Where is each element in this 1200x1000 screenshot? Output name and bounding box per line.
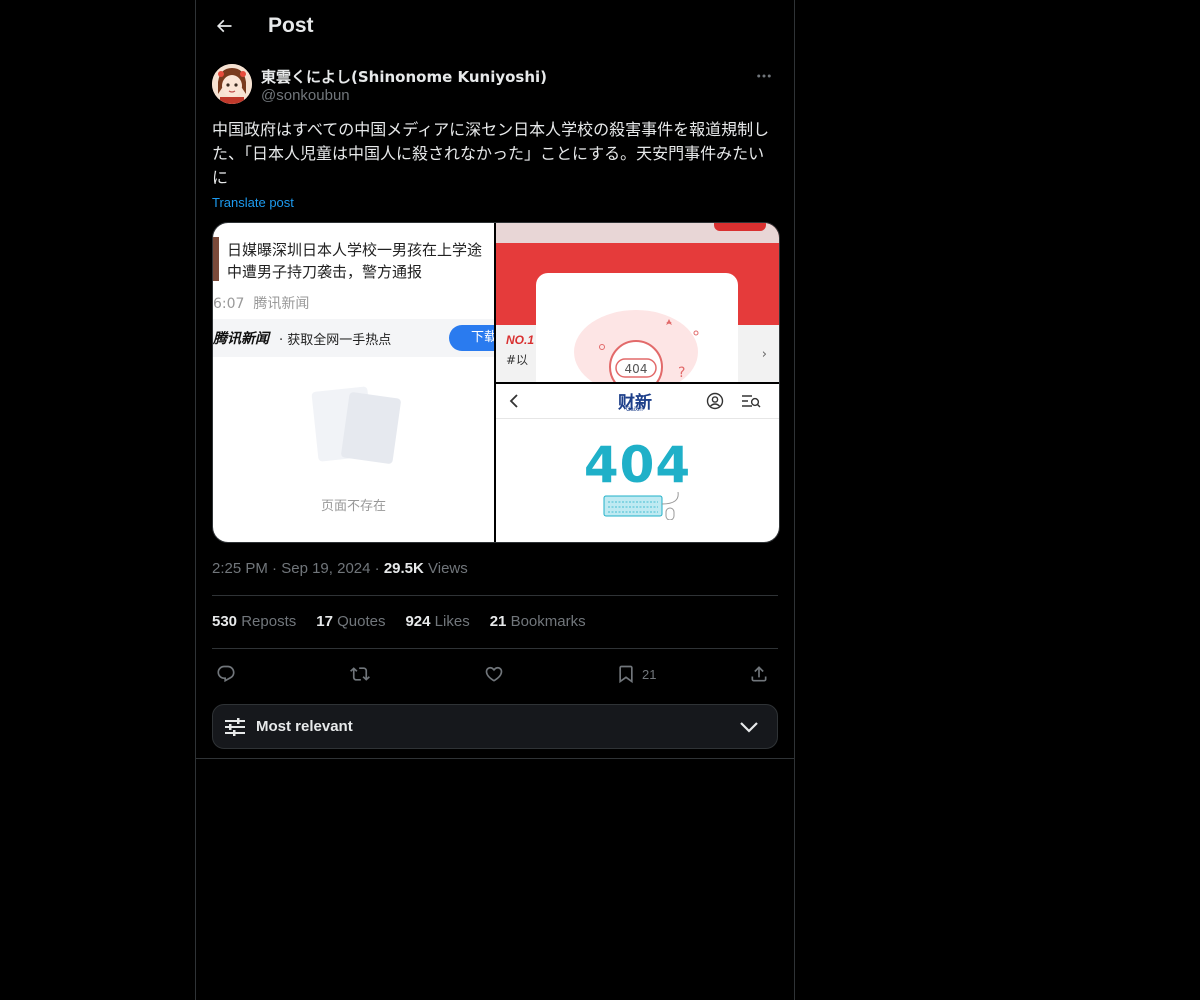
image1-headline-1: 日媒曝深圳日本人学校一男孩在上学途 [227, 241, 483, 259]
keyboard-icon [603, 492, 679, 520]
main-column: Post 東雲くによし(Shinonome Kuniyoshi) @sonkou… [195, 0, 795, 1000]
meta-separator: · [272, 560, 282, 577]
bookmarks-label: Bookmarks [510, 613, 586, 630]
image1-banner-text: · 获取全网一手热点 [279, 333, 392, 348]
reply-icon [217, 665, 235, 683]
post-time[interactable]: 2:25 PM [212, 560, 268, 577]
page-title: Post [268, 14, 314, 37]
image1-empty-text: 页面不存在 [320, 499, 386, 514]
image1-download-button: 下载 [449, 325, 494, 351]
meta-separator: · [374, 560, 384, 577]
bookmarks-stat[interactable]: 21 Bookmarks [490, 613, 586, 630]
share-icon [751, 666, 767, 682]
likes-count: 924 [405, 613, 431, 630]
image1-banner-brand: 腾讯新闻 [213, 331, 269, 347]
heart-icon [485, 666, 503, 682]
views-label: Views [428, 560, 468, 577]
media-image-1[interactable]: 日媒曝深圳日本人学校一男孩在上学途 中遭男子持刀袭击，警方通报 6:07 腾讯新… [213, 223, 494, 542]
image2-error-code: 404 [625, 362, 648, 376]
chevron-right-icon: › [761, 347, 767, 362]
arrow-left-icon [216, 19, 232, 33]
post-header: Post [196, 0, 794, 53]
author-handle[interactable]: @sonkoubun [261, 87, 350, 104]
divider [212, 648, 778, 649]
translate-post-link[interactable]: Translate post [212, 195, 294, 210]
media-grid: 日媒曝深圳日本人学校一男孩在上学途 中遭男子持刀袭击，警方通报 6:07 腾讯新… [212, 222, 780, 543]
quotes-label: Quotes [337, 613, 386, 630]
likes-label: Likes [434, 613, 470, 630]
quotes-stat[interactable]: 17 Quotes [316, 613, 385, 630]
likes-stat[interactable]: 924 Likes [405, 613, 469, 630]
astronaut-404-icon: 404 ? [574, 310, 699, 382]
back-button[interactable] [210, 12, 238, 40]
image1-time-source: 6:07 腾讯新闻 [213, 296, 310, 312]
svg-text:?: ? [678, 365, 685, 381]
post-stats: 530 Reposts 17 Quotes 924 Likes 21 Bookm… [212, 613, 586, 630]
reposts-count: 530 [212, 613, 238, 630]
like-button[interactable] [484, 660, 504, 688]
post-date[interactable]: Sep 19, 2024 [281, 560, 370, 577]
image2-dialog: 404 ? [536, 273, 738, 382]
quotes-count: 17 [316, 613, 333, 630]
bookmark-icon [619, 665, 633, 684]
bookmarks-count: 21 [489, 613, 507, 630]
sort-label: Most relevant [256, 718, 353, 735]
image2-side-label-2: #以 [506, 353, 529, 367]
more-options-button[interactable] [750, 64, 778, 88]
post-author: 東雲くによし(Shinonome Kuniyoshi) @sonkoubun [212, 64, 778, 108]
share-button[interactable] [749, 660, 769, 688]
reposts-label: Reposts [241, 613, 297, 630]
image2-side-label-1: NO.1 [506, 333, 535, 347]
reply-button[interactable] [216, 660, 236, 688]
post-text: 中国政府はすべての中国メディアに深セン日本人学校の殺害事件を報道規制した、「日本… [212, 120, 770, 187]
image1-headline-2: 中遭男子持刀袭击，警方通报 [227, 263, 423, 281]
media-image-2[interactable]: › NO.1 #以 404 ? [496, 223, 779, 382]
sliders-icon [225, 718, 245, 736]
image2-topbar-button [714, 223, 766, 231]
menu-search-icon [742, 395, 761, 408]
divider [212, 595, 778, 596]
empty-page-icon [311, 386, 401, 464]
media-image-3[interactable]: 财新 Caixin 404 [496, 384, 779, 542]
reposts-stat[interactable]: 530 Reposts [212, 613, 296, 630]
bookmark-button[interactable]: 21 [616, 660, 656, 688]
chevron-down-icon [740, 722, 758, 733]
repost-icon [350, 667, 370, 681]
caixin-logo-sub: Caixin [626, 407, 643, 413]
repost-button[interactable] [350, 660, 370, 688]
image3-error-code: 404 [583, 436, 692, 494]
post-meta: 2:25 PM · Sep 19, 2024 · 29.5K Views [212, 560, 468, 577]
image1-banner: 腾讯新闻 · 获取全网一手热点 下载 [213, 319, 494, 357]
bookmark-count: 21 [642, 666, 657, 682]
action-bar: 21 [212, 660, 778, 688]
image2-left-card: NO.1 #以 [496, 325, 536, 382]
chevron-left-icon [509, 394, 518, 408]
more-horizontal-icon [757, 74, 771, 78]
user-icon [706, 392, 724, 410]
avatar-illustration [212, 64, 252, 104]
image3-navbar: 财新 Caixin [496, 384, 779, 419]
avatar[interactable] [212, 64, 252, 104]
thumbnail-edge [213, 237, 219, 281]
divider [196, 758, 794, 759]
author-display-name[interactable]: 東雲くによし(Shinonome Kuniyoshi) [261, 66, 547, 87]
views-count: 29.5K [383, 560, 424, 577]
reply-sort-dropdown[interactable]: Most relevant [212, 704, 778, 749]
